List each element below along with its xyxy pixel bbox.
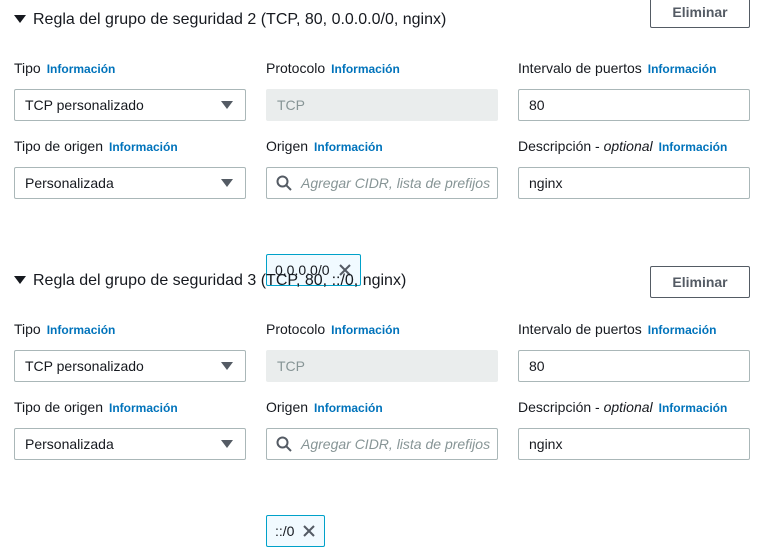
dropdown-arrow-icon: [221, 101, 233, 109]
delete-button[interactable]: Eliminar: [650, 0, 750, 28]
cidr-token: ::/0: [266, 515, 326, 547]
tipo-origen-select[interactable]: Personalizada: [14, 428, 246, 460]
rule-title[interactable]: Regla del grupo de seguridad 3 (TCP, 80,…: [33, 270, 406, 292]
puertos-label: Intervalo de puertos Información: [518, 60, 717, 76]
origen-field: Origen Información Agregar CIDR, lista de…: [266, 136, 498, 286]
info-link[interactable]: Información: [47, 323, 116, 337]
token-label: ::/0: [275, 523, 295, 539]
tipo-field: Tipo Información TCP personalizado: [14, 58, 246, 121]
tipo-select[interactable]: TCP personalizado: [14, 350, 246, 382]
descripcion-input[interactable]: nginx: [518, 167, 750, 199]
info-link[interactable]: Información: [109, 140, 178, 154]
dropdown-arrow-icon: [221, 440, 233, 448]
search-icon: [276, 436, 292, 452]
dropdown-arrow-icon: [221, 362, 233, 370]
delete-button[interactable]: Eliminar: [650, 266, 750, 298]
info-link[interactable]: Información: [659, 140, 728, 154]
puertos-value: 80: [529, 358, 545, 374]
tipo-origen-label: Tipo de origen Información: [14, 399, 178, 415]
tipo-label: Tipo Información: [14, 60, 116, 76]
origen-placeholder: Agregar CIDR, lista de prefijos: [301, 436, 491, 452]
protocolo-label: Protocolo Información: [266, 321, 400, 337]
protocolo-value: TCP: [277, 97, 305, 113]
caret-down-icon[interactable]: [14, 276, 26, 284]
close-icon[interactable]: [302, 524, 316, 538]
descripcion-field: Descripción - optional Información nginx: [518, 397, 750, 460]
origen-label: Origen Información: [266, 138, 383, 154]
rule-header: Regla del grupo de seguridad 3 (TCP, 80,…: [0, 266, 767, 310]
tipo-origen-value: Personalizada: [25, 175, 114, 191]
tipo-value: TCP personalizado: [25, 358, 144, 374]
origen-label: Origen Información: [266, 399, 383, 415]
protocolo-value: TCP: [277, 358, 305, 374]
rule-header: Regla del grupo de seguridad 2 (TCP, 80,…: [0, 0, 767, 49]
search-icon: [276, 175, 292, 191]
descripcion-label: Descripción - optional Información: [518, 138, 728, 154]
rule-title[interactable]: Regla del grupo de seguridad 2 (TCP, 80,…: [33, 9, 446, 31]
descripcion-label: Descripción - optional Información: [518, 399, 728, 415]
puertos-input[interactable]: 80: [518, 89, 750, 121]
info-link[interactable]: Información: [314, 401, 383, 415]
tipo-origen-field: Tipo de origen Información Personalizada: [14, 397, 246, 460]
origen-placeholder: Agregar CIDR, lista de prefijos: [301, 175, 491, 191]
tipo-origen-label: Tipo de origen Información: [14, 138, 178, 154]
info-link[interactable]: Información: [648, 62, 717, 76]
tipo-field: Tipo Información TCP personalizado: [14, 319, 246, 382]
protocolo-field: Protocolo Información TCP: [266, 319, 498, 382]
info-link[interactable]: Información: [314, 140, 383, 154]
info-link[interactable]: Información: [648, 323, 717, 337]
protocolo-label: Protocolo Información: [266, 60, 400, 76]
puertos-label: Intervalo de puertos Información: [518, 321, 717, 337]
puertos-field: Intervalo de puertos Información 80: [518, 58, 750, 121]
info-link[interactable]: Información: [331, 323, 400, 337]
tipo-select[interactable]: TCP personalizado: [14, 89, 246, 121]
puertos-field: Intervalo de puertos Información 80: [518, 319, 750, 382]
puertos-input[interactable]: 80: [518, 350, 750, 382]
puertos-value: 80: [529, 97, 545, 113]
protocolo-input: TCP: [266, 350, 498, 382]
origen-field: Origen Información Agregar CIDR, lista de…: [266, 397, 498, 547]
info-link[interactable]: Información: [331, 62, 400, 76]
descripcion-field: Descripción - optional Información nginx: [518, 136, 750, 199]
protocolo-field: Protocolo Información TCP: [266, 58, 498, 121]
tipo-label: Tipo Información: [14, 321, 116, 337]
origen-search-input[interactable]: Agregar CIDR, lista de prefijos: [266, 167, 498, 199]
tipo-origen-value: Personalizada: [25, 436, 114, 452]
tipo-origen-field: Tipo de origen Información Personalizada: [14, 136, 246, 199]
descripcion-value: nginx: [529, 436, 563, 452]
origen-search-input[interactable]: Agregar CIDR, lista de prefijos: [266, 428, 498, 460]
tipo-value: TCP personalizado: [25, 97, 144, 113]
descripcion-value: nginx: [529, 175, 563, 191]
caret-down-icon[interactable]: [14, 15, 26, 23]
protocolo-input: TCP: [266, 89, 498, 121]
tipo-origen-select[interactable]: Personalizada: [14, 167, 246, 199]
info-link[interactable]: Información: [109, 401, 178, 415]
info-link[interactable]: Información: [659, 401, 728, 415]
dropdown-arrow-icon: [221, 179, 233, 187]
descripcion-input[interactable]: nginx: [518, 428, 750, 460]
info-link[interactable]: Información: [47, 62, 116, 76]
